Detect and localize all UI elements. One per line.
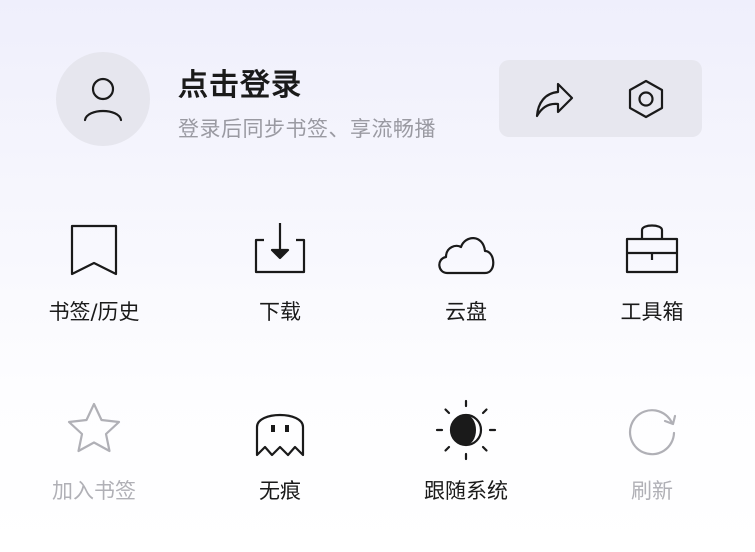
- star-icon: [61, 399, 127, 465]
- toolbox-icon: [619, 220, 685, 286]
- settings-icon: [628, 79, 664, 119]
- grid-item-bookmarks-history[interactable]: 书签/历史: [14, 220, 174, 340]
- profile-header: 点击登录 登录后同步书签、享流畅播: [0, 0, 755, 190]
- grid-item-label: 跟随系统: [424, 479, 508, 503]
- grid-item-incognito[interactable]: 无痕: [200, 399, 360, 519]
- grid-item-label: 云盘: [445, 300, 487, 324]
- login-title[interactable]: 点击登录: [178, 60, 302, 104]
- ghost-icon: [247, 399, 313, 465]
- download-icon: [247, 220, 313, 286]
- login-subtitle: 登录后同步书签、享流畅播: [178, 117, 436, 141]
- share-icon: [535, 82, 574, 118]
- share-button[interactable]: [533, 78, 575, 120]
- theme-icon: [433, 399, 499, 465]
- header-actions: [499, 60, 702, 137]
- grid-item-refresh[interactable]: 刷新: [572, 399, 732, 519]
- avatar[interactable]: [56, 52, 150, 146]
- grid-item-follow-system[interactable]: 跟随系统: [386, 399, 546, 519]
- grid-item-label: 下载: [259, 300, 301, 324]
- user-icon: [83, 77, 123, 122]
- grid-item-label: 书签/历史: [48, 300, 140, 324]
- refresh-icon: [619, 399, 685, 465]
- grid-item-label: 无痕: [259, 479, 301, 503]
- grid-item-label: 工具箱: [620, 300, 684, 324]
- grid-item-cloud-drive[interactable]: 云盘: [386, 220, 546, 340]
- grid-item-label: 加入书签: [52, 479, 136, 503]
- grid-item-label: 刷新: [631, 479, 673, 503]
- bookmark-icon: [61, 220, 127, 286]
- grid-item-download[interactable]: 下载: [200, 220, 360, 340]
- cloud-icon: [433, 220, 499, 286]
- grid-item-add-bookmark[interactable]: 加入书签: [14, 399, 174, 519]
- grid-item-toolbox[interactable]: 工具箱: [572, 220, 732, 340]
- settings-button[interactable]: [625, 78, 667, 120]
